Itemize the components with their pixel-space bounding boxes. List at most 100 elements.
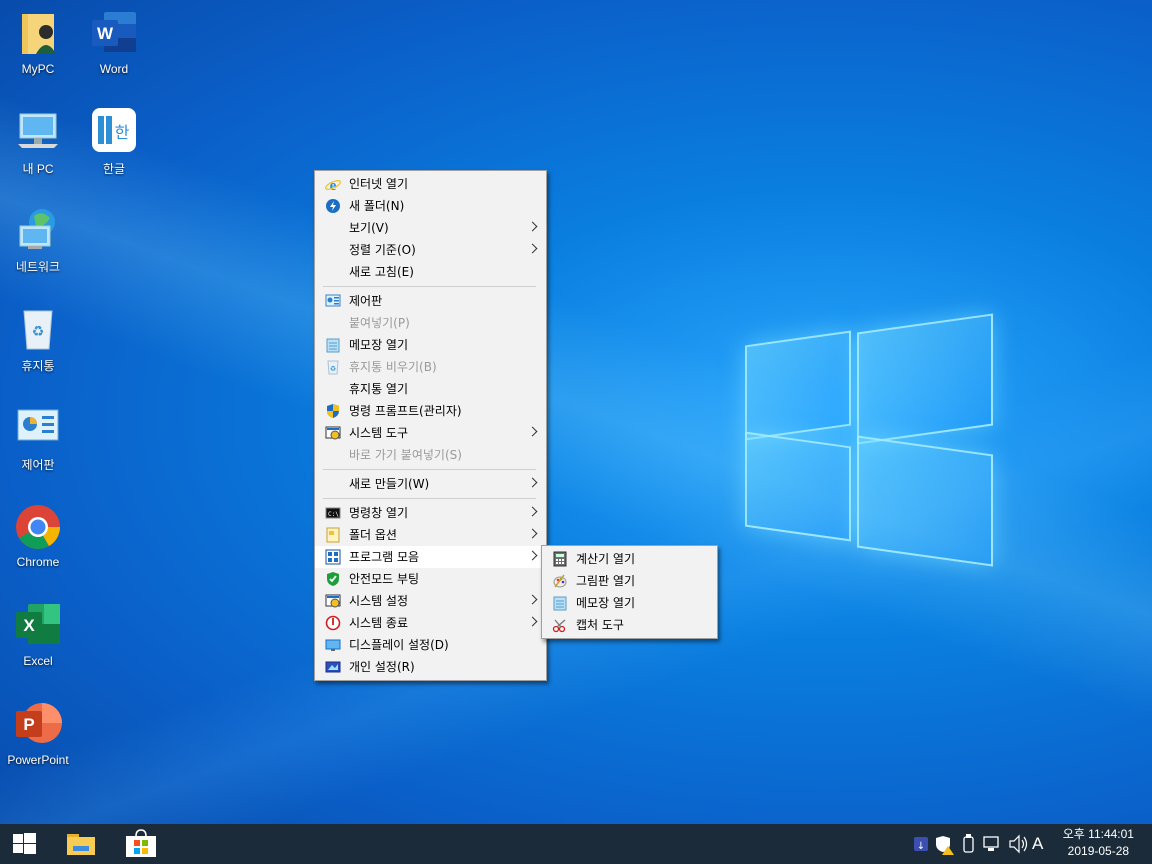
menu-item-safe-mode-boot[interactable]: 안전모드 부팅 [315, 568, 546, 590]
paint-icon [552, 573, 568, 589]
desktop-icon-control-panel[interactable]: 제어판 [0, 404, 76, 473]
menu-item-paste-shortcut[interactable]: 바로 가기 붙여넣기(S) [315, 444, 546, 466]
svg-text:W: W [97, 24, 114, 43]
new-folder-icon [325, 198, 341, 214]
menu-item-open-notepad[interactable]: 메모장 열기 [315, 334, 546, 356]
menu-item-open-command-window[interactable]: C:\ 명령창 열기 [315, 502, 546, 524]
desktop-icon-hangul[interactable]: 한 한글 [76, 108, 152, 177]
desktop-icon-word[interactable]: W Word [76, 10, 152, 76]
menu-item-cmd-admin[interactable]: 명령 프롬프트(관리자) [315, 400, 546, 422]
svg-text:♻: ♻ [32, 324, 45, 340]
taskbar-file-explorer[interactable] [57, 824, 105, 864]
menu-item-sort-by[interactable]: 정렬 기준(O) [315, 239, 546, 261]
submenu-item-paint[interactable]: 그림판 열기 [542, 570, 717, 592]
desktop-icon-network[interactable]: 네트워크 [0, 206, 76, 275]
menu-item-display-settings[interactable]: 디스플레이 설정(D) [315, 634, 546, 656]
menu-item-new[interactable]: 새로 만들기(W) [315, 473, 546, 495]
windows-start-icon [13, 833, 36, 854]
notepad-icon [552, 595, 568, 611]
recycle-bin-icon: ♻ [14, 305, 62, 353]
desktop-icon-recycle-bin[interactable]: ♻ 휴지통 [0, 305, 76, 374]
svg-text:P: P [23, 715, 34, 734]
desktop-icon-this-pc[interactable]: 내 PC [0, 108, 76, 177]
shield-icon [325, 403, 341, 419]
menu-separator [323, 498, 536, 499]
word-icon: W [90, 10, 138, 58]
desktop-context-menu: e 인터넷 열기 새 폴더(N) 보기(V) 정렬 기준(O) 새로 고침(E)… [314, 170, 547, 681]
start-button[interactable] [0, 824, 48, 864]
system-settings-icon [325, 593, 341, 609]
system-tray: ↓ A [912, 824, 1052, 864]
menu-item-empty-recycle-bin[interactable]: ♻ 휴지통 비우기(B) [315, 356, 546, 378]
security-warning-icon[interactable] [936, 836, 954, 855]
desktop-icon-excel[interactable]: X Excel [0, 602, 76, 668]
taskbar-store[interactable] [117, 824, 165, 864]
volume-icon[interactable] [1009, 834, 1028, 854]
programs-icon [325, 549, 341, 565]
chevron-right-icon [527, 221, 538, 232]
powerpoint-icon: P [14, 701, 62, 749]
svg-text:e: e [330, 178, 337, 192]
control-panel-icon [14, 404, 62, 452]
chevron-right-icon [527, 506, 538, 517]
folder-options-icon [325, 527, 341, 543]
display-icon [325, 637, 341, 653]
chevron-right-icon [527, 550, 538, 561]
menu-item-open-internet[interactable]: e 인터넷 열기 [315, 173, 546, 195]
menu-item-shutdown[interactable]: 시스템 종료 [315, 612, 546, 634]
taskbar: ↓ A 오후 11:44:01 2019-05-28 [0, 824, 1152, 864]
chevron-right-icon [527, 616, 538, 627]
taskbar-clock[interactable]: 오후 11:44:01 2019-05-28 [1063, 826, 1134, 860]
chevron-right-icon [527, 528, 538, 539]
system-tools-icon [325, 425, 341, 441]
menu-item-open-recycle-bin[interactable]: 휴지통 열기 [315, 378, 546, 400]
personalize-icon [325, 659, 341, 675]
chevron-right-icon [527, 594, 538, 605]
svg-text:C:\: C:\ [328, 511, 339, 518]
chevron-right-icon [527, 477, 538, 488]
menu-item-system-tools[interactable]: 시스템 도구 [315, 422, 546, 444]
desktop-icon-chrome[interactable]: Chrome [0, 503, 76, 569]
computer-icon [14, 108, 62, 156]
store-icon [126, 829, 156, 857]
chevron-right-icon [527, 243, 538, 254]
menu-item-paste[interactable]: 붙여넣기(P) [315, 312, 546, 334]
usb-drive-icon[interactable] [963, 834, 974, 853]
network-icon [14, 206, 62, 254]
menu-item-refresh[interactable]: 새로 고침(E) [315, 261, 546, 283]
submenu-item-notepad[interactable]: 메모장 열기 [542, 592, 717, 614]
tray-app-icon[interactable]: ↓ [914, 837, 928, 852]
ie-icon: e [325, 176, 341, 194]
desktop-icon-powerpoint[interactable]: P PowerPoint [0, 701, 76, 767]
menu-separator [323, 286, 536, 287]
recycle-icon: ♻ [325, 359, 341, 375]
ime-indicator[interactable]: A [1032, 834, 1043, 854]
hangul-icon: 한 [90, 108, 138, 156]
menu-item-new-folder[interactable]: 새 폴더(N) [315, 195, 546, 217]
excel-icon: X [14, 602, 62, 650]
control-panel-icon [325, 293, 341, 309]
svg-text:X: X [23, 616, 35, 635]
menu-item-system-settings[interactable]: 시스템 설정 [315, 590, 546, 612]
menu-item-personalize[interactable]: 개인 설정(R) [315, 656, 546, 678]
submenu-item-snipping-tool[interactable]: 캡처 도구 [542, 614, 717, 636]
menu-item-folder-options[interactable]: 폴더 옵션 [315, 524, 546, 546]
svg-text:한: 한 [115, 123, 130, 142]
svg-text:↓: ↓ [917, 841, 925, 852]
menu-item-control-panel[interactable]: 제어판 [315, 290, 546, 312]
safe-mode-icon [325, 571, 341, 587]
submenu-item-calculator[interactable]: 계산기 열기 [542, 548, 717, 570]
menu-item-view[interactable]: 보기(V) [315, 217, 546, 239]
desktop-icon-mypc[interactable]: MyPC [0, 10, 76, 76]
svg-text:♻: ♻ [330, 365, 336, 373]
windows-logo-wallpaper [745, 305, 995, 567]
chrome-icon [14, 503, 62, 551]
shutdown-icon [325, 615, 341, 631]
chevron-right-icon [527, 426, 538, 437]
menu-item-program-collection[interactable]: 프로그램 모음 [315, 546, 546, 568]
calculator-icon [552, 551, 568, 567]
menu-separator [323, 469, 536, 470]
user-folder-icon [14, 10, 62, 58]
network-tray-icon[interactable] [983, 836, 999, 851]
cmd-icon: C:\ [325, 505, 341, 521]
